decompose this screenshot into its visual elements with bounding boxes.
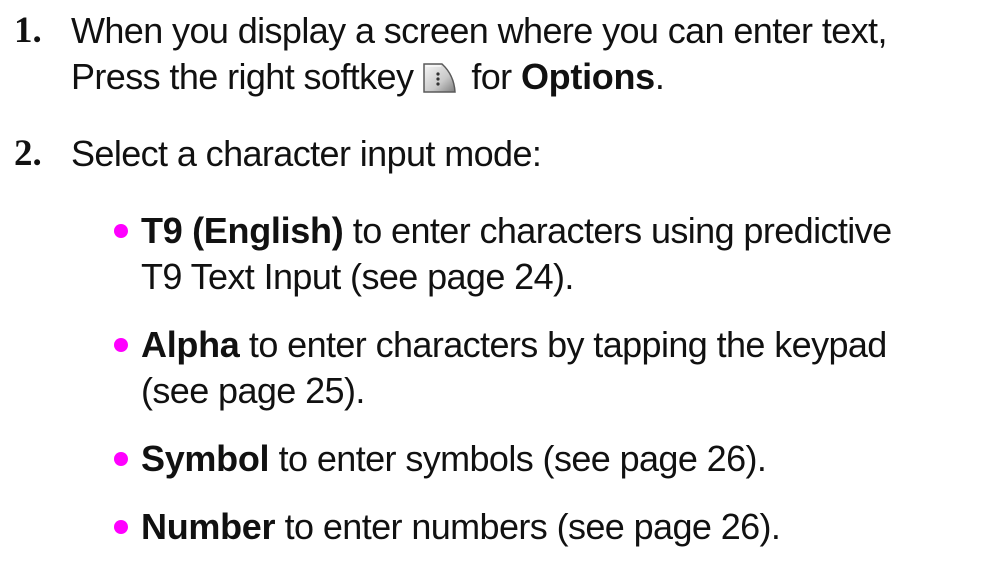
step-number: 1. <box>14 10 42 51</box>
bullet-description: to enter characters using predictive <box>343 210 892 251</box>
bullet-description: to enter symbols (see page 26). <box>269 438 767 479</box>
bullet-line: Number to enter numbers (see page 26). <box>141 504 961 550</box>
step-text-fragment: Press the right softkey <box>71 56 414 97</box>
bullet-line: T9 Text Input (see page 24). <box>141 256 574 297</box>
step-text-fragment: . <box>654 56 665 97</box>
manual-page: 1. When you display a screen where you c… <box>0 0 982 569</box>
bullet-term: T9 (English) <box>141 210 344 251</box>
bullet-line: (see page 25). <box>141 370 365 411</box>
step-line-with-softkey: Press the right softkey for Options. <box>71 54 971 106</box>
bullet-dot-icon <box>114 338 128 352</box>
bullet-dot-icon <box>114 520 128 534</box>
bullet-line: T9 (English) to enter characters using p… <box>141 208 961 254</box>
bullet-term: Number <box>141 506 276 547</box>
bullet-dot-icon <box>114 452 128 466</box>
bullet-description: to enter characters by tapping the keypa… <box>239 324 887 365</box>
step-text: Select a character input mode: <box>71 131 971 177</box>
bullet-text: Alpha to enter characters by tapping the… <box>141 322 961 414</box>
step-line: When you display a screen where you can … <box>71 10 887 51</box>
bullet-term: Alpha <box>141 324 240 365</box>
step-line: Select a character input mode: <box>71 133 542 174</box>
bullet-line: Alpha to enter characters by tapping the… <box>141 322 961 368</box>
options-term: Options <box>520 56 655 97</box>
bullet-text: T9 (English) to enter characters using p… <box>141 208 961 300</box>
step-text-fragment: for <box>471 56 512 97</box>
bullet-term: Symbol <box>141 438 270 479</box>
bullet-text: Symbol to enter symbols (see page 26). <box>141 436 961 482</box>
right-softkey-icon <box>421 60 457 106</box>
bullet-dot-icon <box>114 224 128 238</box>
step-text: When you display a screen where you can … <box>71 8 971 106</box>
step-number: 2. <box>14 133 42 174</box>
bullet-description: to enter numbers (see page 26). <box>275 506 781 547</box>
bullet-text: Number to enter numbers (see page 26). <box>141 504 961 550</box>
bullet-line: Symbol to enter symbols (see page 26). <box>141 436 961 482</box>
